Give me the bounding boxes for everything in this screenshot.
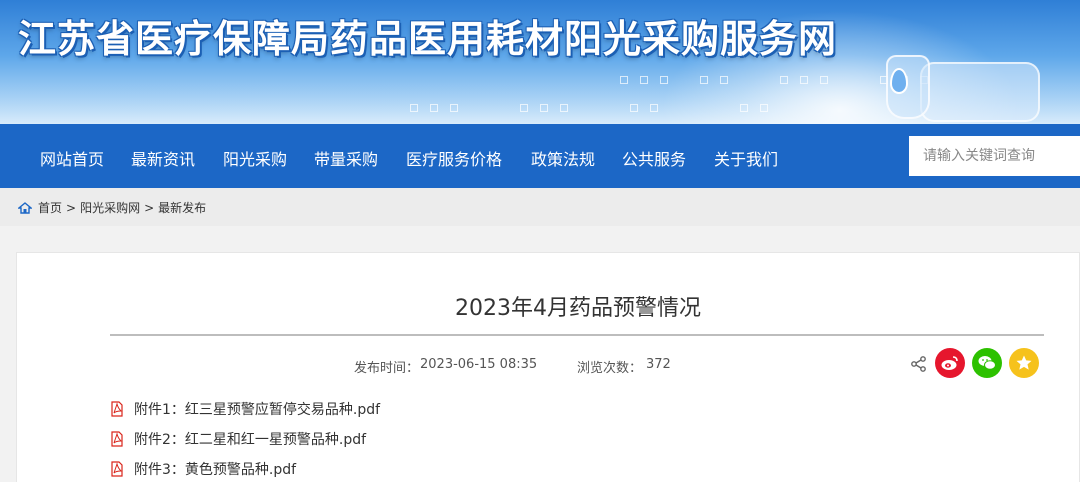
nav-item-home[interactable]: 网站首页 (40, 146, 104, 170)
breadcrumb-separator: > (144, 200, 155, 215)
attachment-label: 附件1：红三星预警应暂停交易品种.pdf (134, 402, 381, 418)
title-divider (110, 334, 1044, 336)
drop-illustration (890, 68, 908, 94)
site-title: 江苏省医疗保障局药品医用耗材阳光采购服务网 (18, 17, 838, 61)
wechat-share-button[interactable] (972, 348, 1002, 378)
nav-item-public-service[interactable]: 公共服务 (622, 146, 686, 170)
header-banner: 江苏省医疗保障局药品医用耗材阳光采购服务网 (0, 0, 1080, 124)
breadcrumb: 首页 > 阳光采购网 > 最新发布 (18, 199, 206, 216)
nav-item-news[interactable]: 最新资讯 (131, 146, 195, 170)
publish-time: 2023-06-15 08:35 (420, 357, 538, 372)
attachment-link[interactable]: 附件3：黄色预警品种.pdf (110, 459, 296, 479)
views-count: 372 (646, 357, 671, 372)
nav-item-policy[interactable]: 政策法规 (531, 146, 595, 170)
pdf-icon (111, 401, 123, 417)
wechat-icon (978, 356, 996, 370)
qzone-share-button[interactable] (1009, 348, 1039, 378)
flask-illustration (920, 62, 1040, 122)
nav-item-medical-service-price[interactable]: 医疗服务价格 (406, 146, 502, 170)
banner-decoration (400, 70, 960, 120)
pdf-icon (111, 461, 123, 477)
breadcrumb-home[interactable]: 首页 (38, 199, 62, 216)
breadcrumb-bar: 首页 > 阳光采购网 > 最新发布 (0, 188, 1080, 226)
nav-item-sunshine-procurement[interactable]: 阳光采购 (223, 146, 287, 170)
star-icon (1016, 355, 1032, 370)
weibo-share-button[interactable] (935, 348, 965, 378)
attachment-link[interactable]: 附件2：红二星和红一星预警品种.pdf (110, 429, 366, 449)
article-title: 2023年4月药品预警情况 (455, 296, 701, 321)
weibo-icon (941, 356, 958, 370)
attachment-link[interactable]: 附件1：红三星预警应暂停交易品种.pdf (110, 399, 380, 419)
nav-item-volume-procurement[interactable]: 带量采购 (314, 146, 378, 170)
attachment-label: 附件3：黄色预警品种.pdf (134, 462, 297, 478)
breadcrumb-separator: > (66, 200, 77, 215)
home-icon (18, 201, 32, 214)
attachment-label: 附件2：红二星和红一星预警品种.pdf (134, 432, 367, 448)
pdf-icon (111, 431, 123, 447)
nav-item-about[interactable]: 关于我们 (714, 146, 778, 170)
publish-time-label: 发布时间： (354, 361, 420, 376)
breadcrumb-latest[interactable]: 最新发布 (158, 199, 206, 216)
breadcrumb-sunshine[interactable]: 阳光采购网 (80, 199, 140, 216)
views-label: 浏览次数： (577, 361, 643, 376)
share-icon[interactable] (910, 355, 928, 373)
search-input[interactable] (909, 136, 1080, 176)
